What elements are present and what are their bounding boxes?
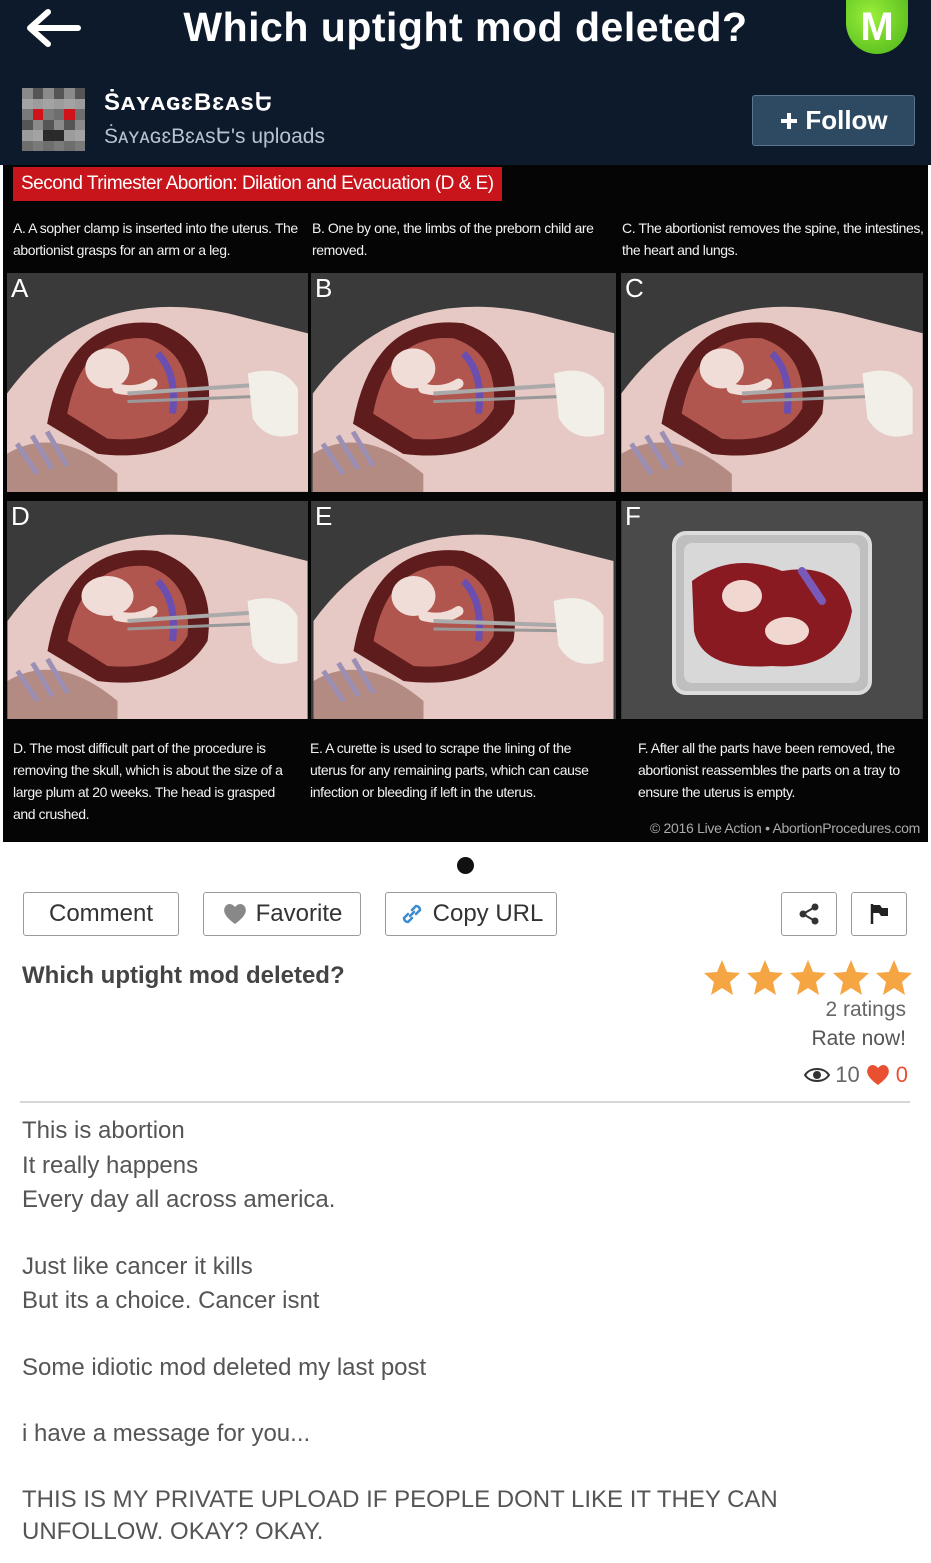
description-line: This is abortion: [22, 1117, 185, 1144]
description-line: Some idiotic mod deleted my last post: [22, 1353, 427, 1381]
follow-label: Follow: [805, 105, 888, 135]
caption-b: B. One by one, the limbs of the preborn …: [312, 220, 594, 258]
uploader-uploads-link[interactable]: ṠᴀʏᴀɢɛBɛᴀsԵ's uploads: [104, 124, 325, 149]
post-description: This is abortion It really happens Every d…: [22, 1114, 902, 1548]
illustration-panel-b: B: [311, 273, 616, 492]
flag-icon: [870, 904, 888, 924]
heart-icon: [866, 1065, 889, 1085]
illustration-panel-c: C: [621, 273, 923, 492]
description-line: THIS IS MY PRIVATE UPLOAD IF PEOPLE DONT…: [22, 1485, 785, 1545]
post-title: Which uptight mod deleted?: [22, 962, 345, 989]
panel-letter: E: [315, 501, 333, 531]
favorite-label: Favorite: [255, 900, 343, 927]
star-icon[interactable]: [702, 958, 742, 998]
rating-stars[interactable]: [702, 958, 914, 998]
share-icon: [799, 903, 819, 925]
avatar[interactable]: [22, 88, 85, 151]
figure-credit: © 2016 Live Action • AbortionProcedures.…: [649, 820, 920, 836]
caption-d: D. The most difficult part of the proced…: [13, 740, 283, 822]
eye-icon: [804, 1068, 831, 1082]
flag-button[interactable]: [851, 892, 907, 936]
uploader-name[interactable]: ṠᴀʏᴀɢɛBɛᴀsԵ: [104, 88, 273, 117]
description-line: But its a choice. Cancer isnt: [22, 1287, 320, 1314]
comment-label: Comment: [48, 900, 154, 927]
rate-now-link[interactable]: Rate now!: [811, 1027, 906, 1051]
plus-icon: [781, 112, 798, 129]
top-bar: Which uptight mod deleted? M ṠᴀʏᴀɢɛBɛᴀsԵ…: [0, 0, 931, 165]
page-title: Which uptight mod deleted?: [183, 4, 748, 50]
panel-letter: F: [625, 501, 641, 531]
star-icon[interactable]: [745, 958, 785, 998]
caption-a: A. A sopher clamp is inserted into the u…: [13, 220, 298, 258]
panel-letter: C: [625, 273, 644, 303]
figure-title: Second Trimester Abortion: Dilation and …: [13, 167, 502, 201]
comment-button[interactable]: Comment: [23, 892, 179, 936]
illustration-panel-d: D: [7, 501, 308, 719]
description-line: Just like cancer it kills: [22, 1252, 253, 1280]
post-stats: 10 0: [803, 1062, 908, 1088]
share-button[interactable]: [781, 892, 837, 936]
follow-button[interactable]: Follow: [752, 95, 915, 146]
likes-count: 0: [895, 1062, 908, 1087]
copy-url-button[interactable]: Copy URL: [385, 892, 557, 936]
caption-e: E. A curette is used to scrape the linin…: [310, 740, 589, 800]
uploaded-image[interactable]: Second Trimester Abortion: Dilation and …: [3, 165, 928, 842]
panel-letter: A: [11, 273, 29, 303]
divider: [20, 1101, 910, 1103]
star-icon[interactable]: [788, 958, 828, 998]
illustration-panel-a: A: [7, 273, 308, 492]
caption-f: F. After all the parts have been removed…: [638, 740, 900, 800]
carousel-indicator[interactable]: [457, 857, 474, 874]
description-line: It really happens: [22, 1151, 199, 1179]
star-icon[interactable]: [874, 958, 914, 998]
views-count: 10: [835, 1062, 860, 1087]
star-icon[interactable]: [831, 958, 871, 998]
link-icon: [402, 904, 421, 924]
panel-letter: D: [11, 501, 30, 531]
ratings-count: 2 ratings: [825, 998, 906, 1021]
copy-url-label: Copy URL: [432, 900, 544, 927]
description-line: Every day all across america.: [22, 1186, 336, 1213]
heart-icon: [223, 904, 246, 924]
panel-letter: B: [315, 273, 333, 303]
illustration-panel-f: F: [621, 501, 923, 719]
caption-c: C. The abortionist removes the spine, th…: [622, 220, 924, 258]
favorite-button[interactable]: Favorite: [203, 892, 361, 936]
illustration-panel-e: E: [311, 501, 616, 719]
description-line: i have a message for you...: [22, 1420, 311, 1447]
